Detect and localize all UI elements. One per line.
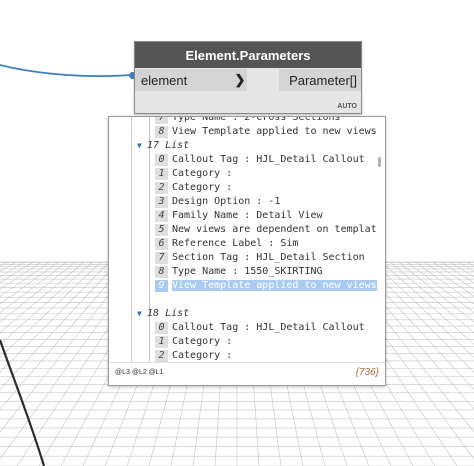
item-index: 1 — [155, 336, 168, 348]
list-item[interactable]: 4 Family Name : Detail View — [115, 209, 377, 223]
list-label: List — [165, 140, 190, 151]
list-item[interactable]: 6 Reference Label : Sim — [115, 237, 377, 251]
item-value: View Template applied to new views — [172, 280, 377, 291]
list-item[interactable]: 0 Callout Tag : HJL_Detail Callout — [115, 153, 377, 167]
list-index: 17 — [147, 140, 160, 151]
expand-triangle-icon[interactable]: ▼ — [137, 307, 147, 321]
input-wire — [0, 64, 133, 78]
lacing-badge[interactable]: AUTO — [337, 103, 357, 110]
grid-line — [0, 261, 85, 333]
grid-line — [432, 261, 474, 290]
list-item[interactable]: 7 Section Tag : HJL_Detail Section — [115, 251, 377, 265]
item-value: Category : — [172, 336, 233, 347]
grid-line — [0, 261, 76, 323]
list-item[interactable]: 0 Callout Tag : HJL_Detail Callout — [115, 321, 377, 335]
list-group-header[interactable]: ▼ 18 List — [115, 307, 377, 321]
grid-line — [398, 261, 474, 323]
item-value: Design Option : -1 — [172, 196, 281, 207]
list-levels-label[interactable]: @L3 @L2 @L1 — [115, 369, 164, 376]
item-index: 2 — [155, 350, 168, 362]
grid-line — [0, 261, 93, 345]
list-item[interactable]: 2 Category : — [115, 349, 377, 363]
item-count: {736} — [355, 367, 379, 378]
list-item[interactable]: 1 Category : — [115, 335, 377, 349]
item-index: 2 — [155, 182, 168, 194]
item-index: 0 — [155, 154, 168, 166]
list-item[interactable]: 8 Type Name : 1550_SKIRTING — [115, 265, 377, 279]
item-index: 5 — [155, 224, 168, 236]
output-port-label: Parameter[] — [289, 72, 357, 88]
item-index: 7 — [155, 117, 168, 124]
item-value: Type Name : 2-Cross Sections — [172, 117, 341, 123]
item-index: 6 — [155, 238, 168, 250]
item-index: 1 — [155, 168, 168, 180]
list-item[interactable]: 7 Type Name : 2-Cross Sections — [115, 117, 377, 125]
node-title[interactable]: Element.Parameters — [135, 42, 361, 68]
item-index: 8 — [155, 126, 168, 138]
grid-line — [381, 261, 474, 345]
item-index: 0 — [155, 322, 168, 334]
item-value: Category : — [172, 168, 233, 179]
grid-line — [415, 261, 474, 305]
item-value: Category : — [172, 182, 233, 193]
list-item[interactable]: 2 Category : — [115, 181, 377, 195]
list-item[interactable]: 5 New views are dependent on template — [115, 223, 377, 237]
item-value: New views are dependent on template — [172, 224, 377, 235]
expand-triangle-icon[interactable]: ▼ — [137, 139, 147, 153]
list-item[interactable]: 3 Design Option : -1 — [115, 195, 377, 209]
item-value: View Template applied to new views — [172, 126, 377, 137]
list-item[interactable]: 1 Category : — [115, 167, 377, 181]
item-index: 9 — [155, 280, 168, 292]
preview-tree[interactable]: 7 Type Name : 2-Cross Sections 8 View Templ… — [115, 117, 377, 363]
grid-line — [0, 261, 8, 267]
item-index: 8 — [155, 266, 168, 278]
output-port-parameter[interactable]: Parameter[] — [279, 69, 361, 91]
input-port-label: element — [141, 72, 188, 88]
item-index: 4 — [155, 210, 168, 222]
preview-footer: @L3 @L2 @L1 {736} — [109, 362, 385, 385]
grid-line — [466, 261, 474, 267]
grid-line — [423, 261, 474, 297]
list-index: 18 — [147, 308, 160, 319]
list-item[interactable]: 8 View Template applied to new views — [115, 125, 377, 139]
chevron-right-icon: ❯ — [234, 72, 246, 87]
item-value: Callout Tag : HJL_Detail Callout — [172, 322, 365, 333]
grid-line — [0, 261, 42, 290]
item-value: Reference Label : Sim — [172, 238, 299, 249]
item-value: Callout Tag : HJL_Detail Callout — [172, 154, 365, 165]
grid-line — [0, 261, 25, 278]
item-index: 7 — [155, 252, 168, 264]
item-value: Category : — [172, 350, 233, 361]
input-port-element[interactable]: element ❯ — [135, 69, 247, 91]
item-value: Family Name : Detail View — [172, 210, 323, 221]
grid-line — [372, 261, 474, 358]
watch-preview-bubble[interactable]: 7 Type Name : 2-Cross Sections 8 View Templ… — [108, 116, 386, 386]
list-label: List — [165, 308, 190, 319]
item-index: 3 — [155, 196, 168, 208]
grid-line — [0, 261, 102, 358]
preview-scrollbar[interactable] — [378, 157, 381, 167]
list-group-header[interactable]: ▼ 17 List — [115, 139, 377, 153]
grid-line — [389, 261, 474, 333]
item-value: Type Name : 1550_SKIRTING — [172, 266, 323, 277]
element-parameters-node[interactable]: Element.Parameters element ❯ Parameter[]… — [134, 41, 362, 114]
grid-line — [449, 261, 474, 278]
item-value: Section Tag : HJL_Detail Section — [172, 252, 365, 263]
list-item-selected[interactable]: 9 View Template applied to new views — [115, 279, 377, 293]
dark-wire — [0, 339, 46, 466]
